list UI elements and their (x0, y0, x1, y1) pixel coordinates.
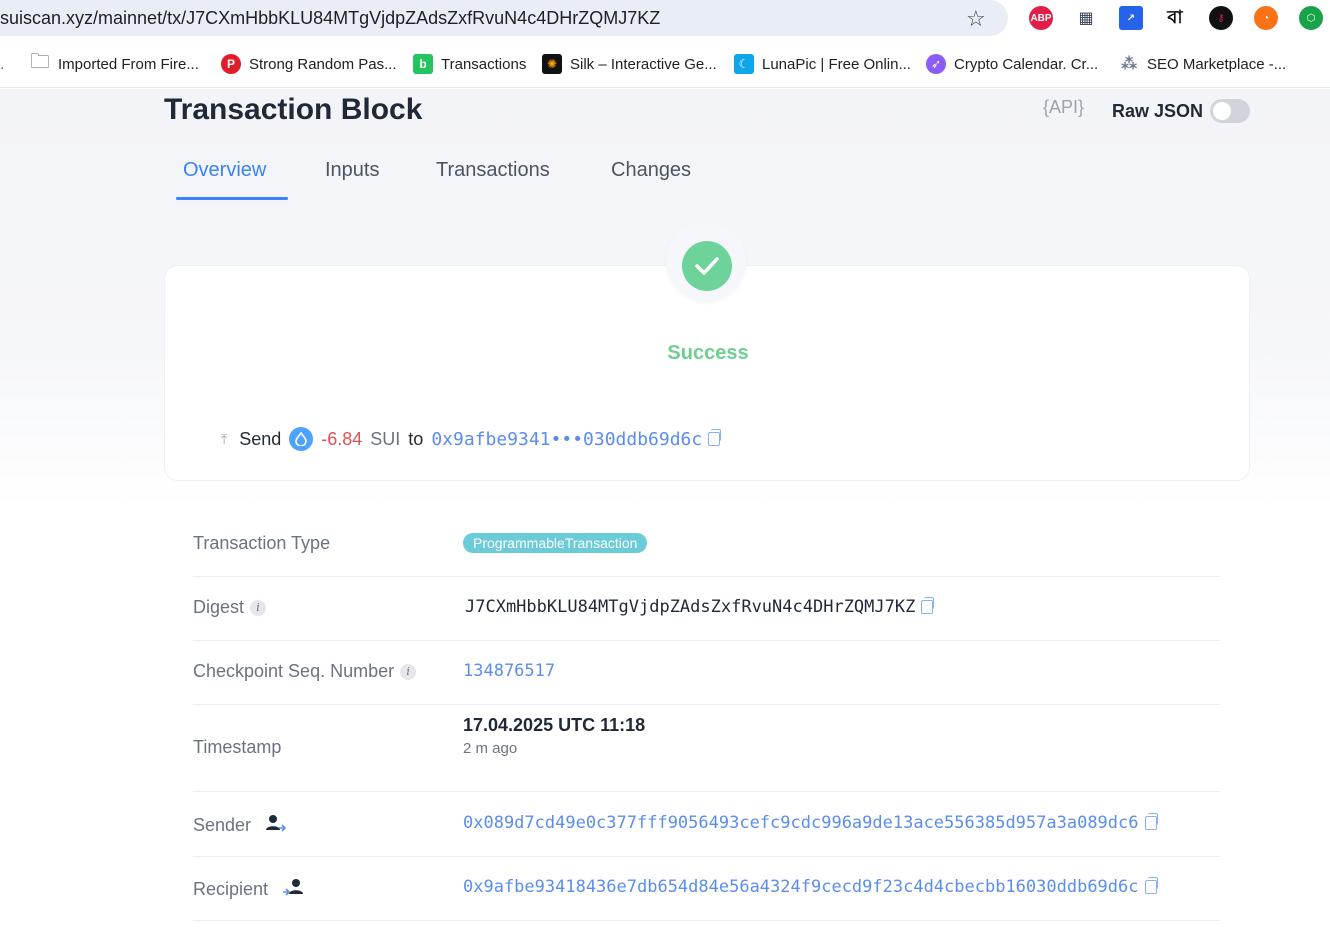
rocket-icon: ➶ (926, 54, 946, 74)
amount-value: -6.84 (321, 428, 363, 449)
transfer-summary: ⤒ Send -6.84 SUI to 0x9afbe9341•••030ddb… (221, 426, 722, 452)
detail-row-recipient: Recipient 0x9afbe93418436e7db654d84e56a4… (193, 857, 1221, 921)
hex-extension-icon[interactable]: ⬡ (1299, 6, 1323, 30)
digest-label: Digest (193, 597, 245, 617)
detail-row-type: Transaction Type ProgrammableTransaction (193, 513, 1221, 577)
timestamp-value-cell: 17.04.2025 UTC 11:18 2 m ago (463, 715, 645, 757)
raw-json-label: Raw JSON (1112, 101, 1204, 121)
status-text: Success (667, 342, 749, 364)
amount-unit: SUI (370, 428, 401, 449)
type-label: Transaction Type (193, 533, 331, 553)
bookmark-folder-imported[interactable]: 🗀 Imported From Fire... (30, 51, 199, 76)
bangla-extension-icon[interactable]: বা (1163, 6, 1187, 30)
checkpoint-link[interactable]: 134876517 (463, 661, 555, 681)
page-content: Transaction Block {API} Raw JSON Overvie… (0, 89, 1330, 943)
bookmark-seo-marketplace[interactable]: ⁂ SEO Marketplace -... (1119, 52, 1286, 76)
star-icon[interactable]: ☆ (966, 6, 986, 32)
rss-extension-icon[interactable]: ◔ (1254, 6, 1278, 30)
bookmark-transactions[interactable]: b Transactions (413, 52, 526, 76)
digest-value: J7CXmHbbKLU84MTgVjdpZAdsZxfRvuN4c4DHrZQM… (465, 597, 916, 617)
tab-changes[interactable]: Changes (611, 159, 691, 182)
adblock-extension-icon[interactable]: ABP (1029, 6, 1053, 30)
bookmark-label: Silk – Interactive Ge... (570, 55, 717, 73)
send-arrow-icon: ⤒ (221, 430, 228, 447)
detail-row-timestamp: Timestamp 17.04.2025 UTC 11:18 2 m ago (193, 705, 1221, 792)
tab-overview[interactable]: Overview (183, 159, 266, 182)
to-label: to (408, 428, 424, 449)
timestamp-label: Timestamp (193, 737, 282, 757)
bookmark-crypto-calendar[interactable]: ➶ Crypto Calendar. Cr... (926, 52, 1098, 76)
api-button[interactable]: {API} (1043, 97, 1084, 118)
recipient-address-link[interactable]: 0x9afbe93418436e7db654d84e56a4324f9cecd9… (463, 877, 1139, 897)
recipient-label-cell: Recipient (193, 877, 304, 902)
recipient-person-icon (282, 877, 304, 902)
password-icon: P (221, 54, 241, 74)
sender-label: Sender (193, 815, 252, 835)
bookmark-label: Imported From Fire... (58, 55, 199, 73)
bookmarks-bar: .. 🗀 Imported From Fire... P Strong Rand… (0, 40, 1330, 88)
raw-json-toggle[interactable] (1210, 99, 1250, 123)
bookmark-label: LunaPic | Free Onlin... (762, 55, 911, 73)
detail-row-sender: Sender 0x089d7cd49e0c377fff9056493cefc9c… (193, 792, 1221, 857)
type-value-cell: ProgrammableTransaction (463, 533, 648, 553)
sender-label-cell: Sender (193, 813, 287, 838)
checkpoint-value-cell: 134876517 (463, 661, 555, 681)
silk-icon: ✺ (542, 54, 562, 74)
tab-transactions[interactable]: Transactions (436, 159, 550, 182)
page-title: Transaction Block (164, 93, 423, 126)
success-check-icon (682, 241, 732, 291)
copy-icon[interactable] (1144, 813, 1158, 830)
digest-value-cell: J7CXmHbbKLU84MTgVjdpZAdsZxfRvuN4c4DHrZQM… (465, 597, 935, 617)
checkpoint-label: Checkpoint Seq. Number (193, 661, 395, 681)
checkpoint-label-cell: Checkpoint Seq. Number i (193, 661, 417, 682)
key-extension-icon[interactable]: ⚷ (1209, 6, 1233, 30)
detail-row-checkpoint: Checkpoint Seq. Number i 134876517 (193, 641, 1221, 705)
tab-inputs[interactable]: Inputs (325, 159, 379, 182)
bookmark-strong-random[interactable]: P Strong Random Pas... (221, 52, 397, 76)
bookmark-extension-icon[interactable]: ↗ (1119, 6, 1143, 30)
bookmark-label: Crypto Calendar. Cr... (954, 55, 1099, 73)
qr-extension-icon[interactable]: ▦ (1074, 6, 1098, 30)
folder-icon: 🗀 (30, 51, 50, 73)
active-tab-indicator (176, 197, 288, 200)
digest-label-cell: Digest i (193, 597, 267, 618)
bookmark-silk[interactable]: ✺ Silk – Interactive Ge... (542, 52, 717, 76)
network-icon: ⁂ (1120, 56, 1138, 73)
sui-token-icon (289, 427, 314, 451)
transactions-icon: b (413, 54, 433, 74)
url-text[interactable]: suiscan.xyz/mainnet/tx/J7CXmHbbKLU84MTgV… (0, 8, 660, 29)
browser-toolbar: suiscan.xyz/mainnet/tx/J7CXmHbbKLU84MTgV… (0, 0, 1330, 40)
action-label: Send (239, 428, 282, 449)
info-icon[interactable]: i (250, 599, 267, 616)
recipient-label: Recipient (193, 879, 269, 899)
sender-value-cell: 0x089d7cd49e0c377fff9056493cefc9cdc996a9… (463, 813, 1158, 833)
type-badge: ProgrammableTransaction (463, 533, 648, 553)
recipient-short-link[interactable]: 0x9afbe9341•••030ddb69d6c (431, 429, 702, 450)
recipient-value-cell: 0x9afbe93418436e7db654d84e56a4324f9cecd9… (463, 877, 1158, 897)
info-icon[interactable]: i (400, 663, 417, 680)
detail-row-digest: Digest i J7CXmHbbKLU84MTgVjdpZAdsZxfRvuN… (193, 577, 1221, 641)
toggle-knob (1213, 102, 1231, 120)
bookmark-label: Strong Random Pas... (249, 55, 397, 73)
bookmark-label: Transactions (441, 55, 527, 73)
bookmark-lunapic[interactable]: ☾ LunaPic | Free Onlin... (734, 52, 911, 76)
address-bar[interactable]: suiscan.xyz/mainnet/tx/J7CXmHbbKLU84MTgV… (0, 0, 1008, 36)
bookmark-label: SEO Marketplace -... (1147, 55, 1287, 73)
sender-address-link[interactable]: 0x089d7cd49e0c377fff9056493cefc9cdc996a9… (463, 813, 1139, 833)
lunapic-icon: ☾ (734, 54, 754, 74)
timestamp-ago: 2 m ago (463, 740, 518, 757)
copy-icon[interactable] (921, 597, 935, 614)
copy-icon[interactable] (708, 429, 722, 446)
copy-icon[interactable] (1144, 877, 1158, 894)
bookmark-overflow[interactable]: .. (0, 52, 4, 76)
sender-person-icon (265, 813, 287, 838)
timestamp-value: 17.04.2025 UTC 11:18 (463, 715, 646, 735)
